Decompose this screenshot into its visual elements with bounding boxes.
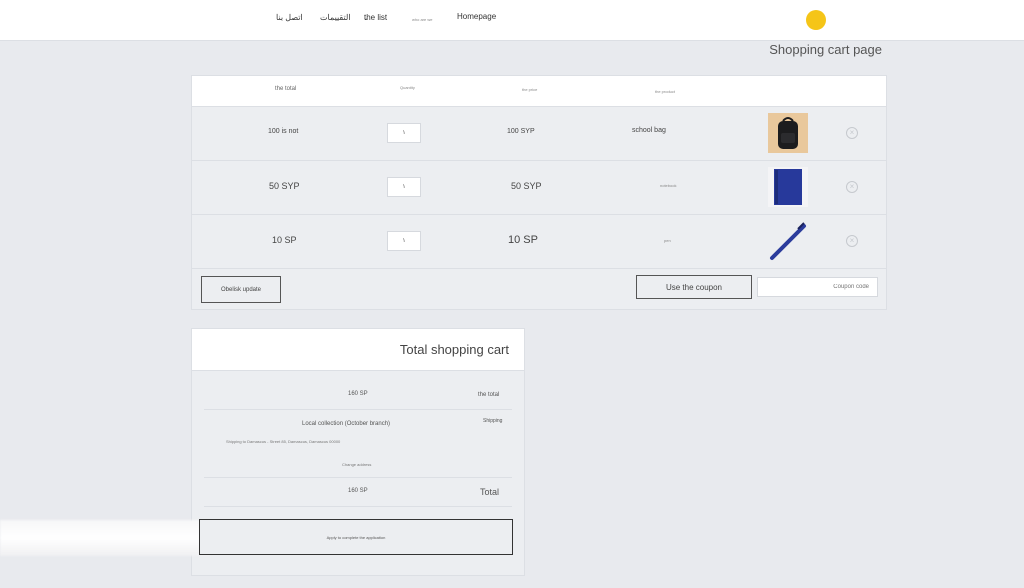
nav-homepage[interactable]: Homepage	[457, 12, 496, 21]
apply-coupon-button[interactable]: Use the coupon	[636, 275, 752, 299]
remove-item-icon[interactable]: ×	[846, 127, 858, 139]
quantity-input[interactable]: ١	[387, 231, 421, 251]
backpack-image[interactable]	[768, 113, 808, 153]
cart-table: the total Quantity the price the product…	[191, 75, 887, 310]
update-cart-button[interactable]: Obelisk update	[201, 276, 281, 303]
row-price: 50 SYP	[511, 181, 542, 191]
row-product-name[interactable]: school bag	[632, 127, 666, 134]
logo-icon[interactable]	[806, 10, 826, 30]
row-product-name[interactable]: pen	[664, 238, 671, 243]
remove-item-icon[interactable]: ×	[846, 181, 858, 193]
header-total: the total	[275, 86, 297, 92]
blurred-overlay	[0, 520, 210, 556]
row-price: 100 SYP	[507, 128, 535, 135]
coupon-code-input[interactable]	[757, 277, 878, 297]
header-quantity: Quantity	[400, 85, 415, 90]
total-label: Total	[480, 487, 500, 497]
shipping-method[interactable]: Local collection (October branch)	[302, 421, 390, 427]
quantity-input[interactable]: ١	[387, 123, 421, 143]
shipping-label: Shipping	[483, 418, 503, 424]
notebook-image[interactable]	[768, 167, 808, 207]
subtotal-value: 160 SP	[348, 391, 368, 397]
nav-who-are-we[interactable]: who are we	[412, 17, 432, 22]
quantity-input[interactable]: ١	[387, 177, 421, 197]
top-navbar: اتصل بنا التقييمات the list ⌄ who are we…	[0, 0, 1024, 41]
page-title: Shopping cart page	[769, 42, 882, 57]
divider	[204, 506, 512, 507]
nav-reviews[interactable]: التقييمات	[320, 13, 351, 22]
row-product-name[interactable]: notebook	[660, 183, 676, 188]
cart-totals-title: Total shopping cart	[399, 342, 509, 357]
divider	[204, 409, 512, 410]
subtotal-label: the total	[478, 392, 500, 398]
divider	[204, 477, 512, 478]
chevron-down-icon: ⌄	[363, 15, 369, 22]
row-price: 10 SP	[508, 234, 538, 246]
table-row: 10 SP ١ 10 SP pen ×	[192, 215, 886, 269]
row-total: 100 is not	[268, 128, 299, 135]
cart-table-header: the total Quantity the price the product	[192, 76, 886, 107]
row-total: 10 SP	[272, 235, 297, 245]
nav-contact-us[interactable]: اتصل بنا	[276, 13, 303, 22]
table-row: 50 SYP ١ 50 SYP notebook ×	[192, 161, 886, 215]
row-total: 50 SYP	[269, 181, 300, 191]
total-value: 160 SP	[348, 488, 368, 494]
header-product: the product	[655, 89, 676, 94]
table-row: 100 is not ١ 100 SYP school bag ×	[192, 107, 886, 161]
pen-image[interactable]	[768, 221, 808, 261]
shipping-address: Shipping to Damascus - Street 85, Damasc…	[226, 439, 341, 444]
remove-item-icon[interactable]: ×	[846, 235, 858, 247]
checkout-button[interactable]: Apply to complete the application	[199, 519, 513, 555]
change-address-link[interactable]: Change address	[342, 462, 371, 467]
header-price: the price	[522, 87, 538, 92]
cart-totals-header: Total shopping cart	[192, 329, 524, 371]
